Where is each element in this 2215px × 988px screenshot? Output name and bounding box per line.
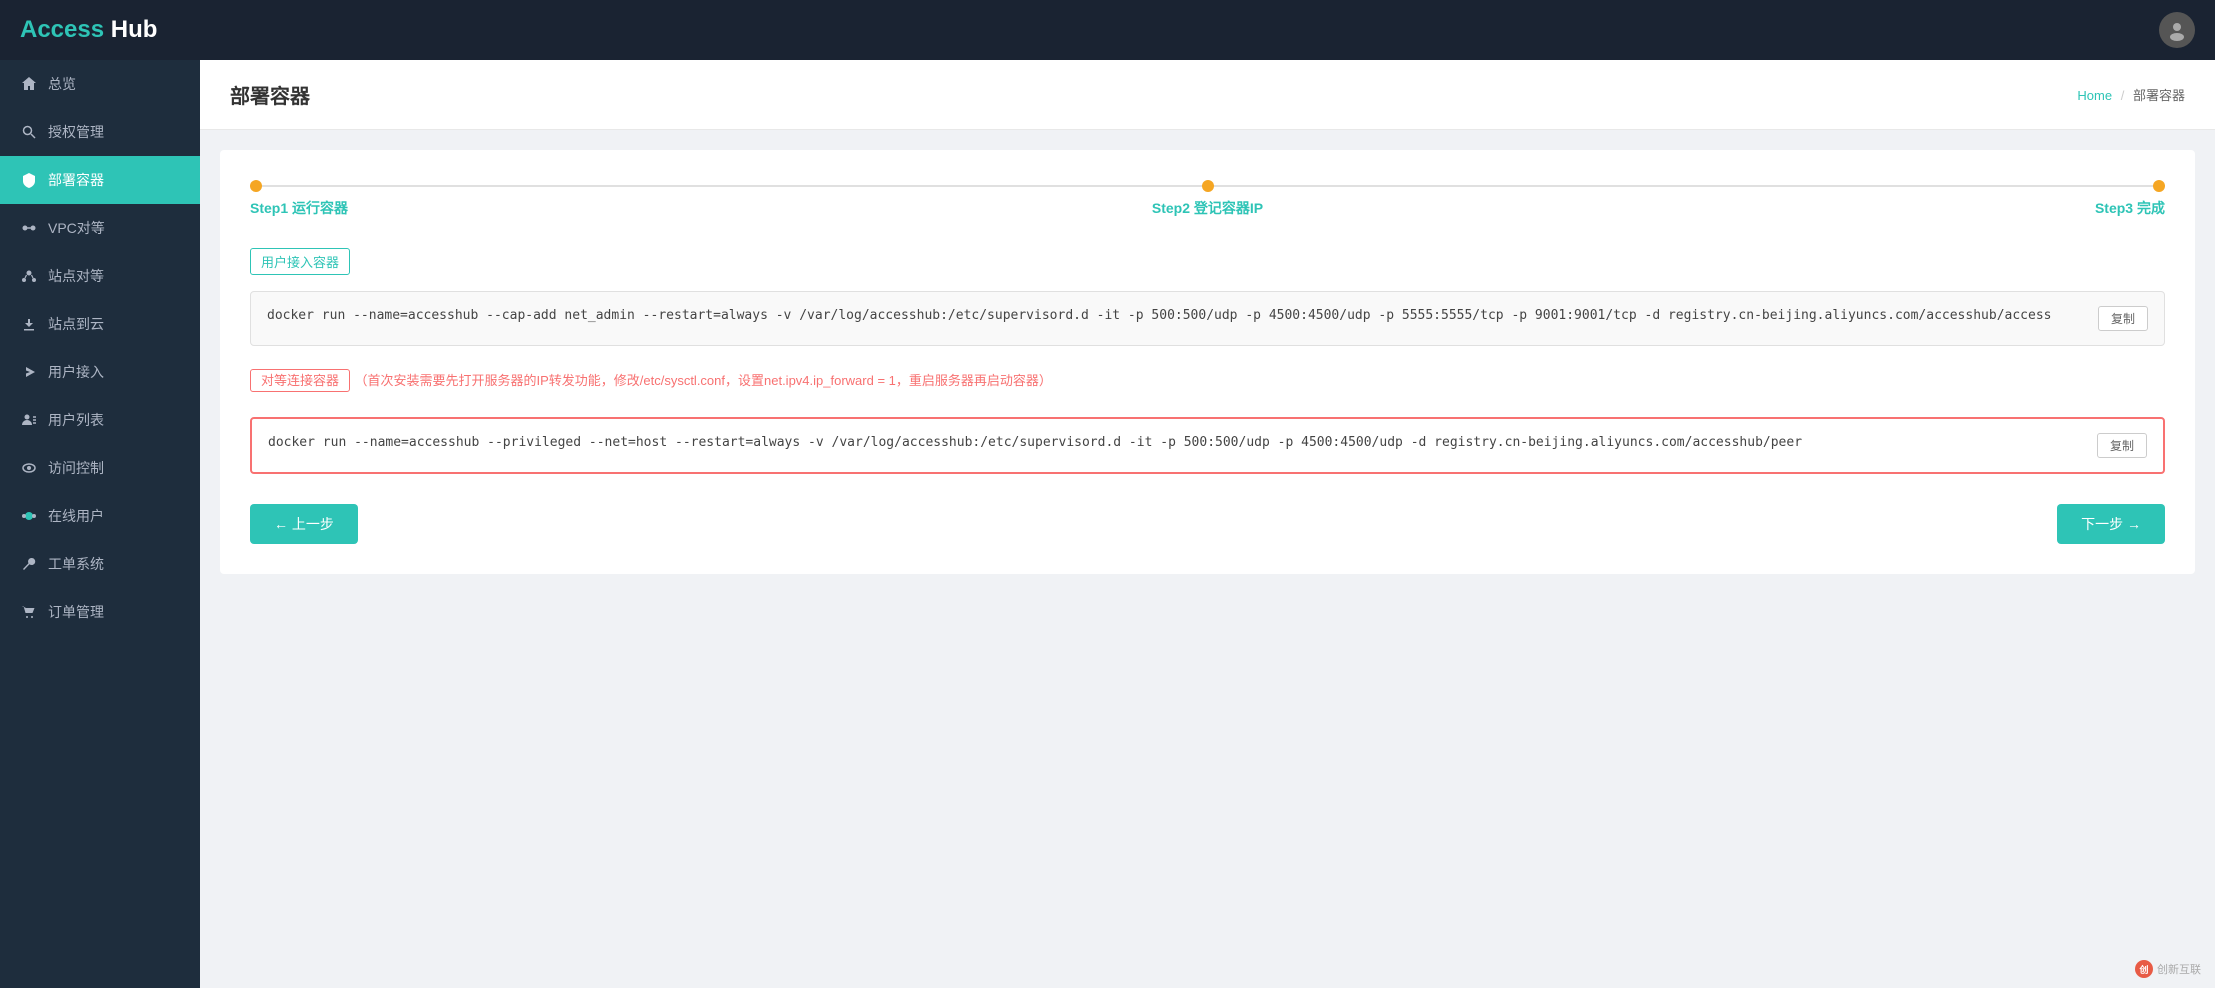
step3-label: Step3 完成 [2095,198,2165,218]
sidebar-label-ticket-system: 工单系统 [48,554,104,574]
sidebar-item-dashboard[interactable]: 总览 [0,60,200,108]
sidebar-item-access-control[interactable]: 访问控制 [0,444,200,492]
watermark-text: 创新互联 [2157,961,2201,977]
user-container-tag: 用户接入容器 [250,248,350,275]
sidebar-label-auth-mgmt: 授权管理 [48,122,104,142]
breadcrumb: Home / 部署容器 [2077,85,2185,104]
button-row: ← 上一步 下一步 → [250,504,2165,544]
step2-dot [1202,180,1214,192]
user-container-copy-btn[interactable]: 复制 [2098,306,2148,331]
sidebar-label-dashboard: 总览 [48,74,76,94]
sidebar-icon-online-users [20,507,38,525]
layout: 总览 授权管理 部署容器 VPC对等 站点对等 站点到云 用户接入 用户列表 访… [0,60,2215,988]
peer-container-tag: 对等连接容器 [250,370,350,389]
breadcrumb-sep: / [2121,88,2125,103]
peer-container-command-box: docker run --name=accesshub --privileged… [250,417,2165,474]
page-title: 部署容器 [230,80,310,109]
sidebar-item-user-list[interactable]: 用户列表 [0,396,200,444]
sidebar-item-ticket-system[interactable]: 工单系统 [0,540,200,588]
content-card: Step1 运行容器 Step2 登记容器IP [220,150,2195,574]
sidebar-item-auth-mgmt[interactable]: 授权管理 [0,108,200,156]
sidebar-item-online-users[interactable]: 在线用户 [0,492,200,540]
user-avatar[interactable] [2159,12,2195,48]
steps-container: Step1 运行容器 Step2 登记容器IP [250,180,2165,218]
peer-notice: （首次安装需要先打开服务器的IP转发功能，修改/etc/sysctl.conf，… [354,373,1051,388]
sidebar-icon-user-list [20,411,38,429]
sidebar-icon-dashboard [20,75,38,93]
sidebar-item-site-peer[interactable]: 站点对等 [0,252,200,300]
sidebar-icon-order-mgmt [20,603,38,621]
sidebar-icon-access-control [20,459,38,477]
sidebar-label-site-peer: 站点对等 [48,266,104,286]
sidebar-item-user-access[interactable]: 用户接入 [0,348,200,396]
step1-line [262,185,888,187]
sidebar-icon-deploy-container [20,171,38,189]
sidebar-item-deploy-container[interactable]: 部署容器 [0,156,200,204]
sidebar-item-vpc-peer[interactable]: VPC对等 [0,204,200,252]
sidebar-label-user-access: 用户接入 [48,362,104,382]
step2-block: Step2 登记容器IP [888,180,1526,218]
user-container-command: docker run --name=accesshub --cap-add ne… [267,306,2088,327]
user-container-command-box: docker run --name=accesshub --cap-add ne… [250,291,2165,346]
logo: Access Hub [20,16,157,44]
sidebar-icon-auth-mgmt [20,123,38,141]
watermark-icon: 创 [2135,960,2153,978]
peer-tag-text: 对等连接容器 [250,369,350,392]
peer-container-section: 对等连接容器 （首次安装需要先打开服务器的IP转发功能，修改/etc/sysct… [250,370,2165,474]
step1-block: Step1 运行容器 [250,180,888,218]
sidebar-label-user-list: 用户列表 [48,410,104,430]
step1-dot [250,180,262,192]
sidebar-icon-vpc-peer [20,219,38,237]
sidebar-icon-site-to-cloud [20,315,38,333]
step2-label: Step2 登记容器IP [1152,198,1263,218]
sidebar-icon-user-access [20,363,38,381]
watermark: 创 创新互联 [2135,960,2201,978]
peer-container-copy-btn[interactable]: 复制 [2097,433,2147,458]
sidebar-item-order-mgmt[interactable]: 订单管理 [0,588,200,636]
user-container-section: 用户接入容器 docker run --name=accesshub --cap… [250,248,2165,346]
sidebar: 总览 授权管理 部署容器 VPC对等 站点对等 站点到云 用户接入 用户列表 访… [0,60,200,988]
sidebar-label-vpc-peer: VPC对等 [48,218,105,238]
step1-label: Step1 运行容器 [250,198,348,218]
sidebar-label-access-control: 访问控制 [48,458,104,478]
breadcrumb-current: 部署容器 [2133,88,2185,103]
peer-container-command: docker run --name=accesshub --privileged… [268,433,2087,454]
breadcrumb-home[interactable]: Home [2077,88,2112,103]
sidebar-label-online-users: 在线用户 [48,506,104,526]
sidebar-label-order-mgmt: 订单管理 [48,602,104,622]
header: Access Hub [0,0,2215,60]
sidebar-icon-ticket-system [20,555,38,573]
prev-button[interactable]: ← 上一步 [250,504,358,544]
page-header: 部署容器 Home / 部署容器 [200,60,2215,130]
step3-block: Step3 完成 [1527,180,2165,218]
logo-hub: Hub [104,16,157,43]
next-button[interactable]: 下一步 → [2057,504,2165,544]
sidebar-label-deploy-container: 部署容器 [48,170,104,190]
sidebar-label-site-to-cloud: 站点到云 [48,314,104,334]
step3-dot [2153,180,2165,192]
logo-access: Access [20,16,104,43]
sidebar-item-site-to-cloud[interactable]: 站点到云 [0,300,200,348]
main-content: 部署容器 Home / 部署容器 Step1 运行容器 [200,60,2215,988]
sidebar-icon-site-peer [20,267,38,285]
